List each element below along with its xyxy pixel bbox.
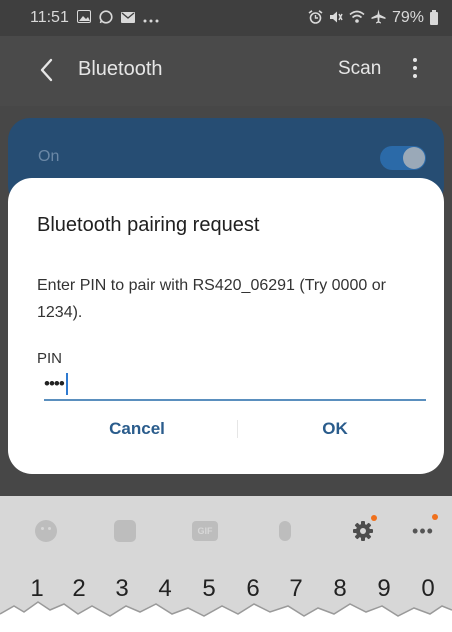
pin-label: PIN [37,350,63,367]
status-bar: 11:51 79% [0,0,452,36]
airplane-icon [371,9,386,27]
text-cursor [65,373,68,395]
android-screen: 11:51 79% Bluetooth Scan On Bluetooth pa… [0,0,452,632]
status-time: 11:51 [30,9,69,26]
sticker-icon [114,520,136,542]
status-left: 11:51 [30,9,159,27]
voice-input-tool[interactable] [272,520,298,542]
back-arrow-icon[interactable] [36,56,58,84]
whatsapp-icon [99,9,113,27]
mail-icon [120,10,135,26]
pairing-dialog: Bluetooth pairing request Enter PIN to p… [8,178,444,474]
ellipsis-icon: ••• [412,520,434,541]
mic-icon [279,521,291,541]
button-divider [237,420,238,438]
wifi-icon [349,10,365,26]
dialog-message: Enter PIN to pair with RS420_06291 (Try … [37,277,386,321]
emoji-icon [35,520,57,542]
battery-icon [430,9,438,25]
gallery-icon [76,10,91,26]
notification-dot [432,514,438,520]
bluetooth-toggle-label: On [38,148,60,165]
app-bar: Bluetooth Scan [0,36,452,106]
more-tools[interactable]: ••• [410,514,438,542]
keyboard-settings-tool[interactable] [350,515,377,543]
sticker-tool[interactable] [112,520,138,542]
torn-edge-decoration [0,601,452,632]
battery-percent: 79% [391,9,424,26]
bluetooth-switch[interactable] [380,146,426,170]
scan-button[interactable]: Scan [338,58,381,80]
gif-icon: GIF [192,521,218,541]
cancel-button[interactable]: Cancel [44,412,230,446]
pin-value: •••• [44,374,65,393]
alarm-icon [308,9,323,27]
status-right: 79% [308,9,438,27]
dialog-title: Bluetooth pairing request [37,214,260,236]
pin-input[interactable]: •••• [44,369,426,401]
more-notifications-icon [143,10,159,26]
mute-icon [329,10,343,27]
notification-dot [371,515,377,521]
page-title: Bluetooth [78,58,163,80]
more-options-icon[interactable] [411,58,419,82]
gif-tool[interactable]: GIF [192,520,218,542]
ok-button[interactable]: OK [244,412,426,446]
keyboard-toolbar: GIF ••• [0,496,452,556]
emoji-tool[interactable] [33,520,59,542]
gear-icon [351,515,377,543]
